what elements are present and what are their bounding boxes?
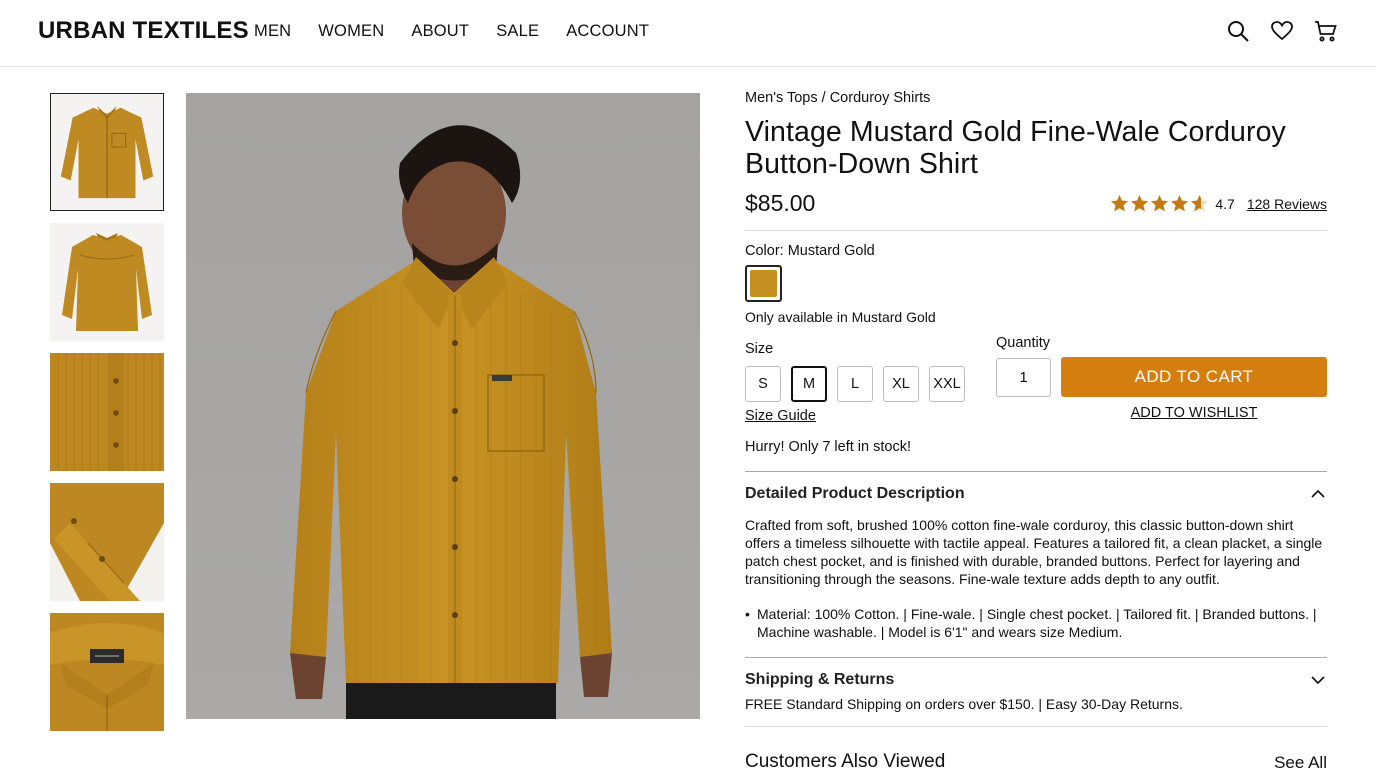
add-to-cart-button[interactable]: ADD TO CART: [1061, 357, 1327, 397]
color-swatch-mustard-gold[interactable]: [745, 265, 782, 302]
availability-note: Only available in Mustard Gold: [745, 309, 936, 325]
quantity-label: Quantity: [996, 335, 1050, 351]
thumbnail-collar-detail[interactable]: [50, 613, 164, 731]
main-product-image[interactable]: [186, 93, 700, 719]
quantity-input[interactable]: [996, 358, 1051, 397]
size-option-xl[interactable]: XL: [883, 366, 919, 402]
nav-item-women[interactable]: WOMEN: [318, 22, 384, 41]
size-guide-link[interactable]: Size Guide: [745, 408, 816, 424]
thumbnail-gallery: [50, 93, 164, 743]
accordion-shipping-header[interactable]: Shipping & Returns: [745, 658, 1327, 702]
accordion-description-header[interactable]: Detailed Product Description: [745, 472, 1327, 516]
nav-item-account[interactable]: ACCOUNT: [566, 22, 649, 41]
size-quantity-section: Size S M L XL XXL Size Guide Quantity AD…: [745, 331, 1327, 431]
product-rating: 4.7 128 Reviews: [1110, 194, 1327, 213]
star-icon: [1131, 194, 1149, 212]
stock-message: Hurry! Only 7 left in stock!: [745, 439, 911, 455]
nav-item-men[interactable]: MEN: [254, 22, 291, 41]
color-label: Color: Mustard Gold: [745, 243, 875, 259]
brand-logo[interactable]: URBAN TEXTILES: [38, 17, 249, 45]
main-nav: MEN WOMEN ABOUT SALE ACCOUNT: [254, 22, 676, 41]
star-icon: [1151, 194, 1169, 212]
divider: [745, 230, 1327, 231]
thumbnail-fabric-detail[interactable]: [50, 353, 164, 471]
size-option-l[interactable]: L: [837, 366, 873, 402]
nav-item-about[interactable]: ABOUT: [411, 22, 469, 41]
site-header: URBAN TEXTILES MEN WOMEN ABOUT SALE ACCO…: [0, 0, 1376, 67]
size-label: Size: [745, 341, 774, 357]
section-title: Customers Also Viewed: [745, 751, 946, 768]
size-selector: S M L XL XXL: [745, 366, 965, 402]
chevron-down-icon[interactable]: [1311, 673, 1325, 687]
chevron-up-icon[interactable]: [1311, 487, 1325, 501]
rating-value: 4.7: [1215, 195, 1235, 212]
see-all-link[interactable]: See All: [1274, 753, 1327, 768]
size-option-m[interactable]: M: [791, 366, 827, 402]
star-icon: [1111, 194, 1129, 212]
add-to-wishlist-link[interactable]: ADD TO WISHLIST: [1061, 405, 1327, 421]
search-icon[interactable]: [1226, 19, 1250, 45]
size-option-xxl[interactable]: XXL: [929, 366, 965, 402]
price-rating-row: $85.00 4.7 128 Reviews: [745, 190, 1327, 220]
list-item: Material: 100% Cotton. | Fine-wale. | Si…: [745, 605, 1327, 641]
star-half-icon: [1191, 194, 1209, 212]
customers-also-viewed-header: Customers Also Viewed See All: [745, 751, 1327, 768]
swatch-fill: [750, 270, 777, 297]
thumbnail-front[interactable]: [50, 93, 164, 211]
thumbnail-cuff-detail[interactable]: [50, 483, 164, 601]
product-info-panel: Men's Tops / Corduroy Shirts Vintage Mus…: [745, 90, 1327, 768]
rating-stars: [1110, 194, 1209, 213]
accordion-title: Shipping & Returns: [745, 671, 895, 688]
thumbnail-back[interactable]: [50, 223, 164, 341]
size-option-s[interactable]: S: [745, 366, 781, 402]
header-actions: [1226, 19, 1338, 45]
divider: [745, 726, 1327, 727]
nav-item-sale[interactable]: SALE: [496, 22, 539, 41]
star-icon: [1171, 194, 1189, 212]
product-description: Crafted from soft, brushed 100% cotton f…: [745, 517, 1323, 587]
heart-icon[interactable]: [1270, 19, 1294, 45]
accordion-title: Detailed Product Description: [745, 485, 965, 502]
reviews-link[interactable]: 128 Reviews: [1247, 196, 1327, 212]
cart-icon[interactable]: [1314, 19, 1338, 45]
product-features-list: Material: 100% Cotton. | Fine-wale. | Si…: [745, 605, 1327, 641]
product-title: Vintage Mustard Gold Fine-Wale Corduroy …: [745, 116, 1286, 180]
breadcrumb[interactable]: Men's Tops / Corduroy Shirts: [745, 90, 1327, 106]
